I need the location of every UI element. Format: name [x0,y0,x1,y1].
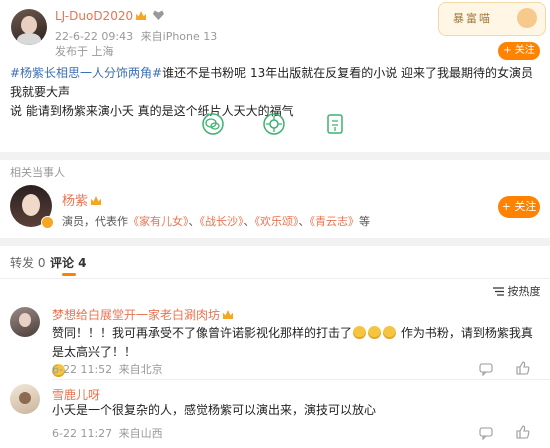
tab-comment[interactable]: 评论 4 [50,254,87,271]
sort-control[interactable]: 按热度 [493,283,541,299]
post-meta: 22-6-22 09:43 来自iPhone 13 [55,28,217,44]
comment-divider [52,379,550,380]
post-author-row: LJ-DuoD2020 [55,9,164,23]
moments-icon[interactable] [263,113,285,135]
related-desc-suffix: 等 [359,215,370,228]
vip-crown-icon [136,11,147,20]
post-time[interactable]: 22-6-22 09:43 [55,30,133,43]
like-icon[interactable] [516,424,530,443]
vip-crown-icon [91,196,102,205]
comment-avatar[interactable] [10,307,40,337]
comment-text: 小夭是一个很复杂的人，感觉杨紫可以演出来，演技可以放心 [52,403,377,417]
post-hashtag[interactable]: #杨紫长相思一人分饰两角# [10,66,162,80]
bookmark-icon[interactable] [324,113,346,135]
comment-text-part: 赞同！！！我可再承受不了像曾许诺影视化那样的打击了 [52,326,353,340]
verified-badge-icon [41,216,54,229]
comment-time: 6-22 11:27 [52,427,113,440]
fortune-cat-badge: 暴富喵 [438,2,546,36]
tab-active-indicator [62,273,76,276]
section-divider [0,238,550,246]
sort-icon [493,286,504,299]
comment-user-name[interactable]: 梦想给白展堂开一家老白涮肉坊 [52,308,220,322]
related-desc: 演员，代表作《家有儿女》、《战长沙》、《欢乐颂》、《青云志》等 [62,215,370,228]
comment-meta: 6-22 11:52 来自北京 [52,361,163,377]
post-author-avatar[interactable] [11,9,47,45]
comment-avatar[interactable] [10,384,40,414]
reply-icon[interactable] [479,425,493,444]
related-work[interactable]: 《家有儿女》 [128,215,189,228]
related-desc-prefix: 演员，代表作 [62,215,128,228]
cat-icon [517,8,537,28]
related-heading: 相关当事人 [10,166,65,179]
post-text-line2: 说 能请到杨紫来演小夭 真的是这个纸片人天大的福气 [10,104,294,118]
follow-author-button[interactable]: + 关注 [498,42,540,60]
comment-meta: 6-22 11:27 来自山西 [52,425,163,441]
follow-related-button[interactable]: + 关注 [498,196,540,218]
comment-source: 来自北京 [118,363,163,376]
badge-text: 暴富喵 [453,12,492,25]
comment-time: 6-22 11:52 [52,363,113,376]
heart-badge-icon [152,10,164,20]
tabs-divider [0,278,550,279]
post-source: 来自iPhone 13 [140,30,218,43]
related-work[interactable]: 《青云志》 [310,215,360,228]
emoji-icon [353,326,367,339]
tab-repost[interactable]: 转发 0 [10,254,45,271]
like-icon[interactable] [516,360,530,379]
emoji-icon [368,326,382,339]
wechat-icon[interactable] [202,113,224,135]
sort-label: 按热度 [507,285,541,298]
post-location: 发布于 上海 [55,45,114,58]
emoji-icon [383,326,397,339]
related-name-row: 杨紫 [62,190,102,209]
related-work[interactable]: 《欢乐颂》 [255,215,299,228]
section-divider [0,152,550,160]
related-work[interactable]: 《战长沙》 [200,215,244,228]
vip-crown-icon [223,310,234,319]
comment-username: 梦想给白展堂开一家老白涮肉坊 [52,306,234,323]
comment-source: 来自山西 [118,427,163,440]
reply-icon[interactable] [479,361,493,380]
related-person-name[interactable]: 杨紫 [62,194,88,209]
post-author-name[interactable]: LJ-DuoD2020 [55,9,133,23]
